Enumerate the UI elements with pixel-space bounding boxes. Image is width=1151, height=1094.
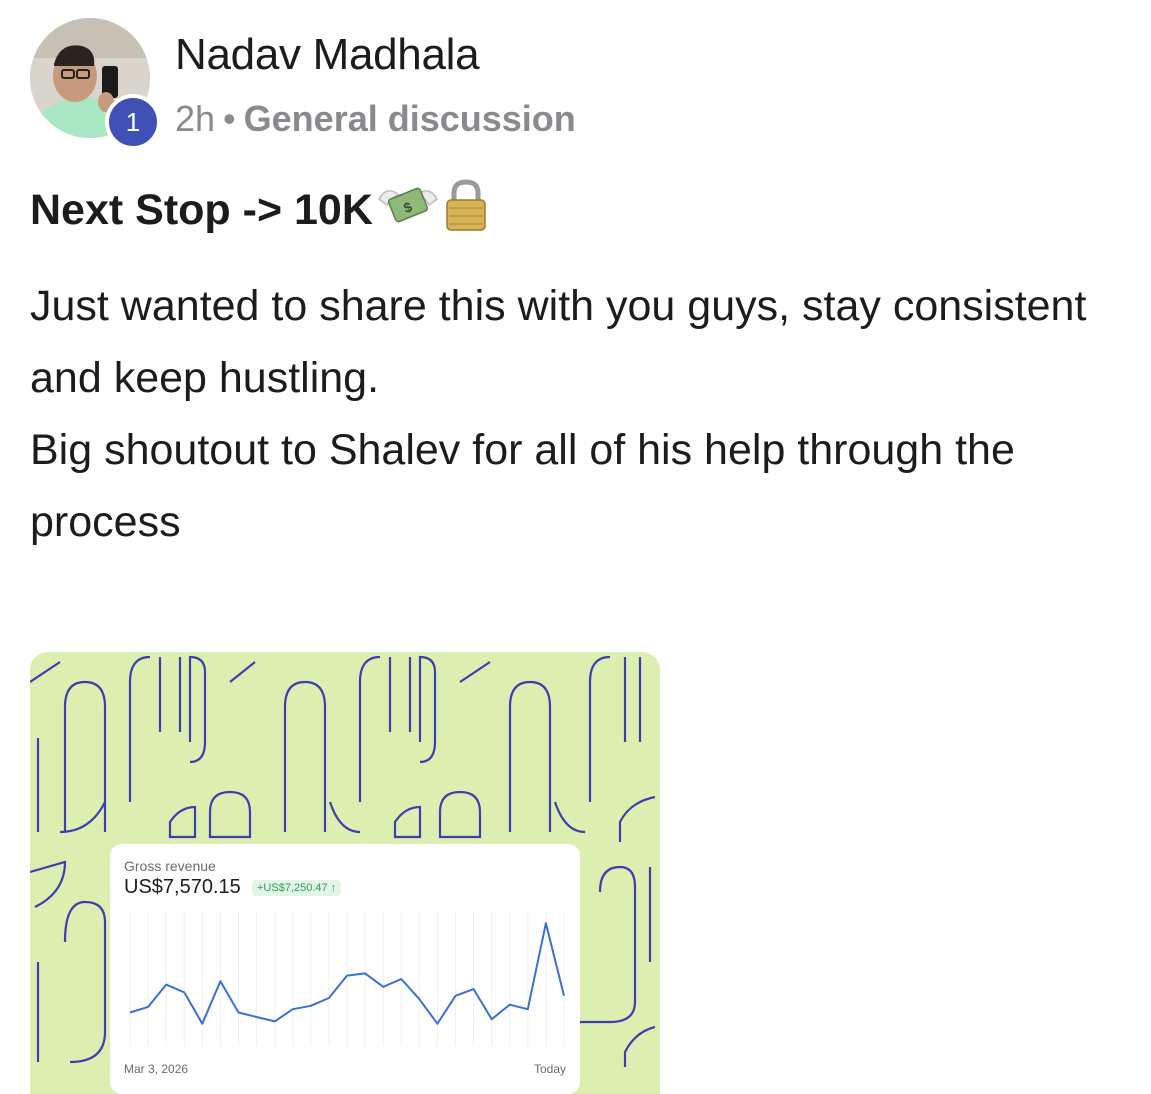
revenue-delta-badge: +US$7,250.47 ↑ [252,880,342,896]
revenue-value: US$7,570.15 [124,876,241,898]
post-body-paragraph: Big shoutout to Shalev for all of his he… [30,426,1015,546]
post-card: 1 Nadav Madhala 2h • General discussion Ne… [0,0,1151,1094]
post-time: 2h [175,98,216,139]
revenue-label: Gross revenue [124,858,216,874]
author-name[interactable]: Nadav Madhala [175,30,480,80]
chart-start-date: Mar 3, 2026 [124,1062,189,1076]
post-title-text: Next Stop -> 10K [30,186,373,234]
level-badge: 1 [105,94,161,150]
post-image[interactable]: Gross revenue US$7,570.15 +US$7,250.47 ↑… [30,652,660,1094]
revenue-line-chart [129,912,565,1046]
post-body: Just wanted to share this with you guys,… [30,270,1140,558]
author-avatar-wrap[interactable]: 1 [30,18,161,150]
lock-icon [443,178,489,243]
post-title: Next Stop -> 10K $ [30,178,489,243]
chart-end-date: Today [533,1062,566,1076]
post-body-paragraph: Just wanted to share this with you guys,… [30,282,1087,402]
money-with-wings-icon: $ [377,179,439,242]
post-category[interactable]: General discussion [244,98,576,139]
post-meta: 2h • General discussion [175,98,576,140]
revenue-card: Gross revenue US$7,570.15 +US$7,250.47 ↑… [110,844,580,1094]
meta-separator: • [223,98,236,139]
